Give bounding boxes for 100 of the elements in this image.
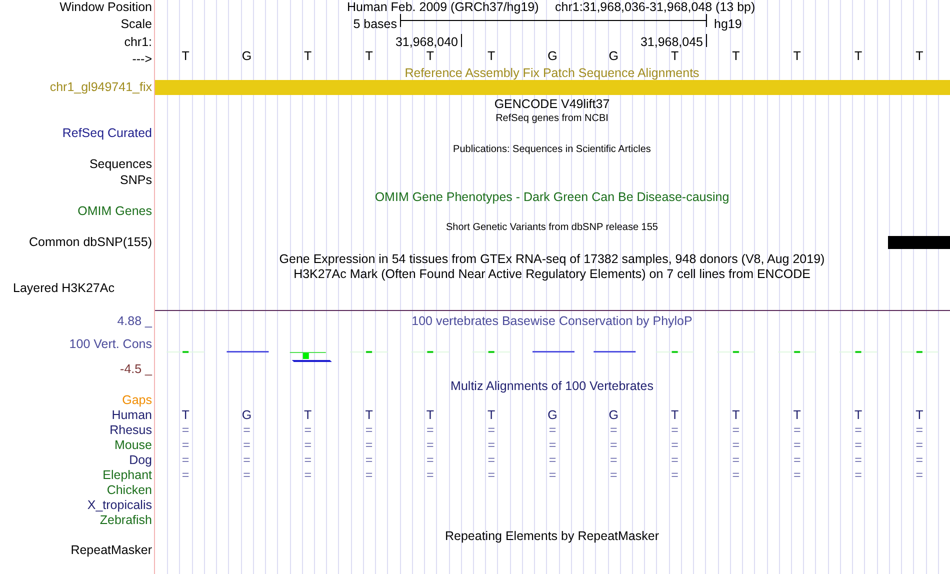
base-letter: T xyxy=(426,48,434,64)
base-letter: T xyxy=(182,48,190,64)
alignment-base: = xyxy=(610,422,618,438)
track-label[interactable]: Common dbSNP(155) xyxy=(29,234,152,250)
alignment-base: G xyxy=(548,407,558,423)
alignment-base: = xyxy=(732,437,740,453)
track-title: Repeating Elements by RepeatMasker xyxy=(445,528,659,544)
track-label[interactable]: RefSeq Curated xyxy=(62,125,152,141)
track-title: H3K27Ac Mark (Often Found Near Active Regulatory Elements) on 7 cell lines from ENCODE xyxy=(294,266,810,282)
base-letter: T xyxy=(365,48,373,64)
track-label[interactable]: Sequences xyxy=(89,156,152,172)
alignment-base: = xyxy=(610,452,618,468)
tick-mark xyxy=(461,34,462,47)
track-label[interactable]: Layered H3K27Ac xyxy=(13,280,114,296)
track-label[interactable]: 100 Vert. Cons xyxy=(69,336,152,352)
base-letter: G xyxy=(242,48,252,64)
alignment-base: = xyxy=(365,452,373,468)
track-title: Multiz Alignments of 100 Vertebrates xyxy=(450,378,654,394)
alignment-base: = xyxy=(488,452,495,468)
alignment-base: = xyxy=(243,422,250,438)
track-label[interactable]: RepeatMasker xyxy=(70,542,152,558)
species-label[interactable]: Rhesus xyxy=(110,422,152,438)
alignment-base: = xyxy=(732,467,740,483)
alignment-base: = xyxy=(304,422,312,438)
species-label[interactable]: Dog xyxy=(129,452,152,468)
base-letter: T xyxy=(732,48,740,64)
track-label[interactable]: Window Position xyxy=(60,0,152,15)
track-title: RefSeq genes from NCBI xyxy=(496,112,608,126)
species-label[interactable]: X_tropicalis xyxy=(87,497,152,513)
alignment-base: = xyxy=(854,437,862,453)
alignment-base: T xyxy=(670,407,679,423)
base-letter: T xyxy=(488,48,496,64)
base-letter: T xyxy=(916,48,924,64)
alignment-base: = xyxy=(304,452,312,468)
track-label[interactable]: Scale xyxy=(120,16,152,32)
alignment-base: = xyxy=(365,437,373,453)
alignment-base: T xyxy=(488,407,496,423)
alignment-base: = xyxy=(426,422,434,438)
coordinate-label: 31,968,040 xyxy=(395,34,458,50)
genome-assembly: Human Feb. 2009 (GRCh37/hg19) xyxy=(347,0,539,15)
track-title: 100 vertebrates Basewise Conservation by PhyloP xyxy=(412,313,692,329)
alignment-base: = xyxy=(548,422,556,438)
track-label[interactable]: ---> xyxy=(132,51,152,67)
alignment-base: = xyxy=(793,452,801,468)
track-title: OMIM Gene Phenotypes - Dark Green Can Be Disease-causing xyxy=(374,189,730,205)
genomic-position: chr1:31,968,036-31,968,048 (13 bp) xyxy=(555,0,756,15)
alignment-base: = xyxy=(488,422,495,438)
track-title: Reference Assembly Fix Patch Sequence Alignments xyxy=(404,65,700,81)
alignment-base: = xyxy=(671,422,678,438)
alignment-base: = xyxy=(182,422,190,438)
alignment-base: = xyxy=(488,467,495,483)
species-label[interactable]: Elephant xyxy=(102,467,152,483)
alignment-base: = xyxy=(365,422,373,438)
alignment-base: T xyxy=(793,407,801,423)
alignment-base: = xyxy=(610,467,618,483)
alignment-base: = xyxy=(426,437,434,453)
alignment-base: = xyxy=(426,467,434,483)
alignment-base: = xyxy=(488,437,495,453)
alignment-base: = xyxy=(304,467,312,483)
alignment-base: T xyxy=(426,407,434,423)
track-label[interactable]: 4.88 _ xyxy=(117,313,152,329)
alignment-base: = xyxy=(182,452,190,468)
base-letter: T xyxy=(793,48,801,64)
alignment-base: T xyxy=(916,407,924,423)
alignment-base: = xyxy=(548,452,556,468)
base-letter: T xyxy=(854,48,862,64)
base-letter: T xyxy=(304,48,312,64)
alignment-base: = xyxy=(916,437,924,453)
alignment-base: = xyxy=(365,467,373,483)
alignment-base: = xyxy=(732,422,740,438)
species-label[interactable]: Zebrafish xyxy=(100,512,152,528)
alignment-base: G xyxy=(242,407,252,423)
alignment-base: T xyxy=(732,407,740,423)
track-label[interactable]: SNPs xyxy=(120,172,152,188)
track-label[interactable]: chr1: xyxy=(124,34,152,50)
alignment-base: = xyxy=(671,452,678,468)
species-label[interactable]: Mouse xyxy=(114,437,152,453)
alignment-base: = xyxy=(426,452,434,468)
base-letter: T xyxy=(670,48,679,64)
alignment-base: = xyxy=(854,452,862,468)
alignment-base: = xyxy=(610,437,618,453)
alignment-base: = xyxy=(182,437,190,453)
alignment-base: = xyxy=(304,437,312,453)
tick-mark xyxy=(706,34,707,47)
track-title: Gene Expression in 54 tissues from GTEx RNA-seq of 17382 samples, 948 donors (V8, Aug 2019) xyxy=(279,251,825,267)
track-title: GENCODE V49lift37 xyxy=(494,96,610,112)
alignment-base: T xyxy=(304,407,312,423)
alignment-base: = xyxy=(671,467,678,483)
alignment-base: = xyxy=(671,437,678,453)
track-label[interactable]: OMIM Genes xyxy=(78,203,152,219)
alignment-base: = xyxy=(243,437,250,453)
alignment-base: T xyxy=(854,407,862,423)
scale-length: 5 bases xyxy=(353,16,397,32)
species-label[interactable]: Chicken xyxy=(106,482,152,498)
track-title: Short Genetic Variants from dbSNP release 155 xyxy=(446,221,658,235)
variant-bar xyxy=(888,236,950,249)
track-title: Publications: Sequences in Scientific Articles xyxy=(453,143,651,157)
species-label[interactable]: Human xyxy=(112,407,152,423)
track-label[interactable]: -4.5 _ xyxy=(120,361,152,377)
alignment-base: = xyxy=(916,422,924,438)
